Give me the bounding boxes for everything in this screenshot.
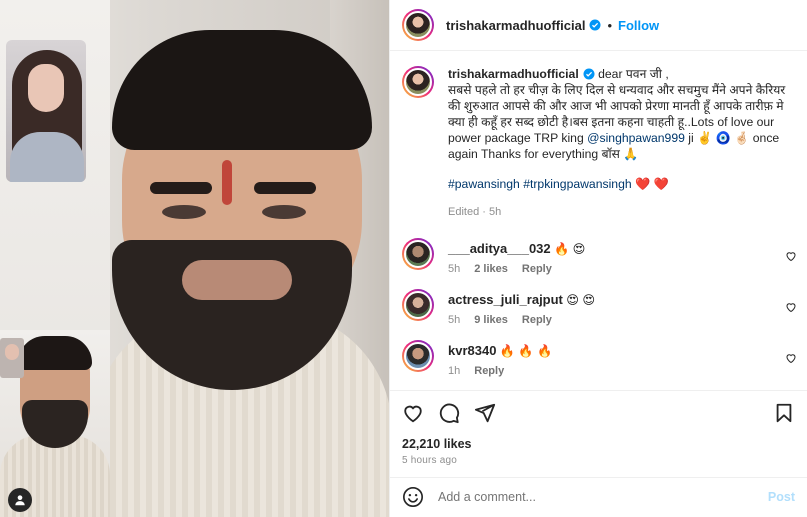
action-bar <box>390 391 807 425</box>
comment-item: actress_juli_rajput 😍 😍 5h 9 likes Reply <box>390 289 807 326</box>
caption-mention-link[interactable]: @singhpawan999 <box>587 131 685 145</box>
comment-likes[interactable]: 2 likes <box>474 263 508 275</box>
comment-age: 5h <box>448 263 461 275</box>
post-media[interactable] <box>0 0 389 517</box>
comment-heart-icon[interactable] <box>785 250 797 262</box>
verified-icon <box>583 68 595 80</box>
comment-likes[interactable]: 9 likes <box>474 314 508 326</box>
caption-text-greeting: dear पवन जी , <box>598 67 669 81</box>
comment-icon[interactable] <box>438 402 460 424</box>
comment-composer: Post <box>390 477 807 516</box>
caption-hashtags[interactable]: #pawansingh #trpkingpawansingh <box>448 177 632 191</box>
separator-dot: • <box>607 17 612 33</box>
bookmark-icon[interactable] <box>773 402 795 424</box>
likes-count[interactable]: 22,210 likes <box>390 425 807 451</box>
instagram-post-view: trishakarmadhuofficial • Follow ••• tris… <box>0 0 807 517</box>
comment-username[interactable]: kvr8340 <box>448 343 496 358</box>
comment-reply-button[interactable]: Reply <box>474 365 504 377</box>
video-call-main-person <box>92 10 389 517</box>
post-comment-button[interactable]: Post <box>768 490 795 504</box>
comment-text: 😍 😍 <box>566 293 596 307</box>
caption-username[interactable]: trishakarmadhuofficial <box>448 67 579 81</box>
post-timestamp: 5 hours ago <box>402 455 458 466</box>
verified-icon <box>589 19 601 31</box>
post-caption: trishakarmadhuofficial dear पवन जी , सबस… <box>390 50 807 220</box>
caption-author-avatar[interactable] <box>402 66 434 98</box>
post-actions-area: 22,210 likes 5 hours ago Post <box>390 390 807 516</box>
comment-input[interactable] <box>436 489 768 505</box>
comment-heart-icon[interactable] <box>785 352 797 364</box>
comment-age: 1h <box>448 365 461 377</box>
comment-text: 🔥 🔥 🔥 <box>499 344 553 358</box>
follow-button[interactable]: Follow <box>618 18 659 33</box>
video-call-pip-woman <box>6 40 86 182</box>
post-header: trishakarmadhuofficial • Follow ••• <box>390 0 807 51</box>
comment-username[interactable]: ___aditya___032 <box>448 241 551 256</box>
comment-username[interactable]: actress_juli_rajput <box>448 292 563 307</box>
user-tag-icon[interactable] <box>8 488 32 512</box>
author-avatar[interactable] <box>402 9 434 41</box>
author-username[interactable]: trishakarmadhuofficial <box>446 18 585 33</box>
comment-age: 5h <box>448 314 461 326</box>
post-details-panel: trishakarmadhuofficial • Follow ••• tris… <box>389 0 807 517</box>
comment-heart-icon[interactable] <box>785 301 797 313</box>
comment-item: kvr8340 🔥 🔥 🔥 1h Reply <box>390 340 807 377</box>
comments-scroll-area[interactable]: trishakarmadhuofficial dear पवन जी , सबस… <box>390 50 807 390</box>
comment-reply-button[interactable]: Reply <box>522 314 552 326</box>
caption-edited-time: Edited · 5h <box>448 206 502 218</box>
comment-item: ___aditya___032 🔥 😍 5h 2 likes Reply <box>390 238 807 275</box>
comment-avatar[interactable] <box>402 289 434 321</box>
emoji-icon[interactable] <box>402 486 424 508</box>
share-icon[interactable] <box>474 402 496 424</box>
heart-icon[interactable] <box>402 402 424 424</box>
comment-avatar[interactable] <box>402 340 434 372</box>
caption-hearts: ❤️ ❤️ <box>635 177 669 191</box>
comment-avatar[interactable] <box>402 238 434 270</box>
comment-text: 🔥 😍 <box>554 242 586 256</box>
comment-reply-button[interactable]: Reply <box>522 263 552 275</box>
